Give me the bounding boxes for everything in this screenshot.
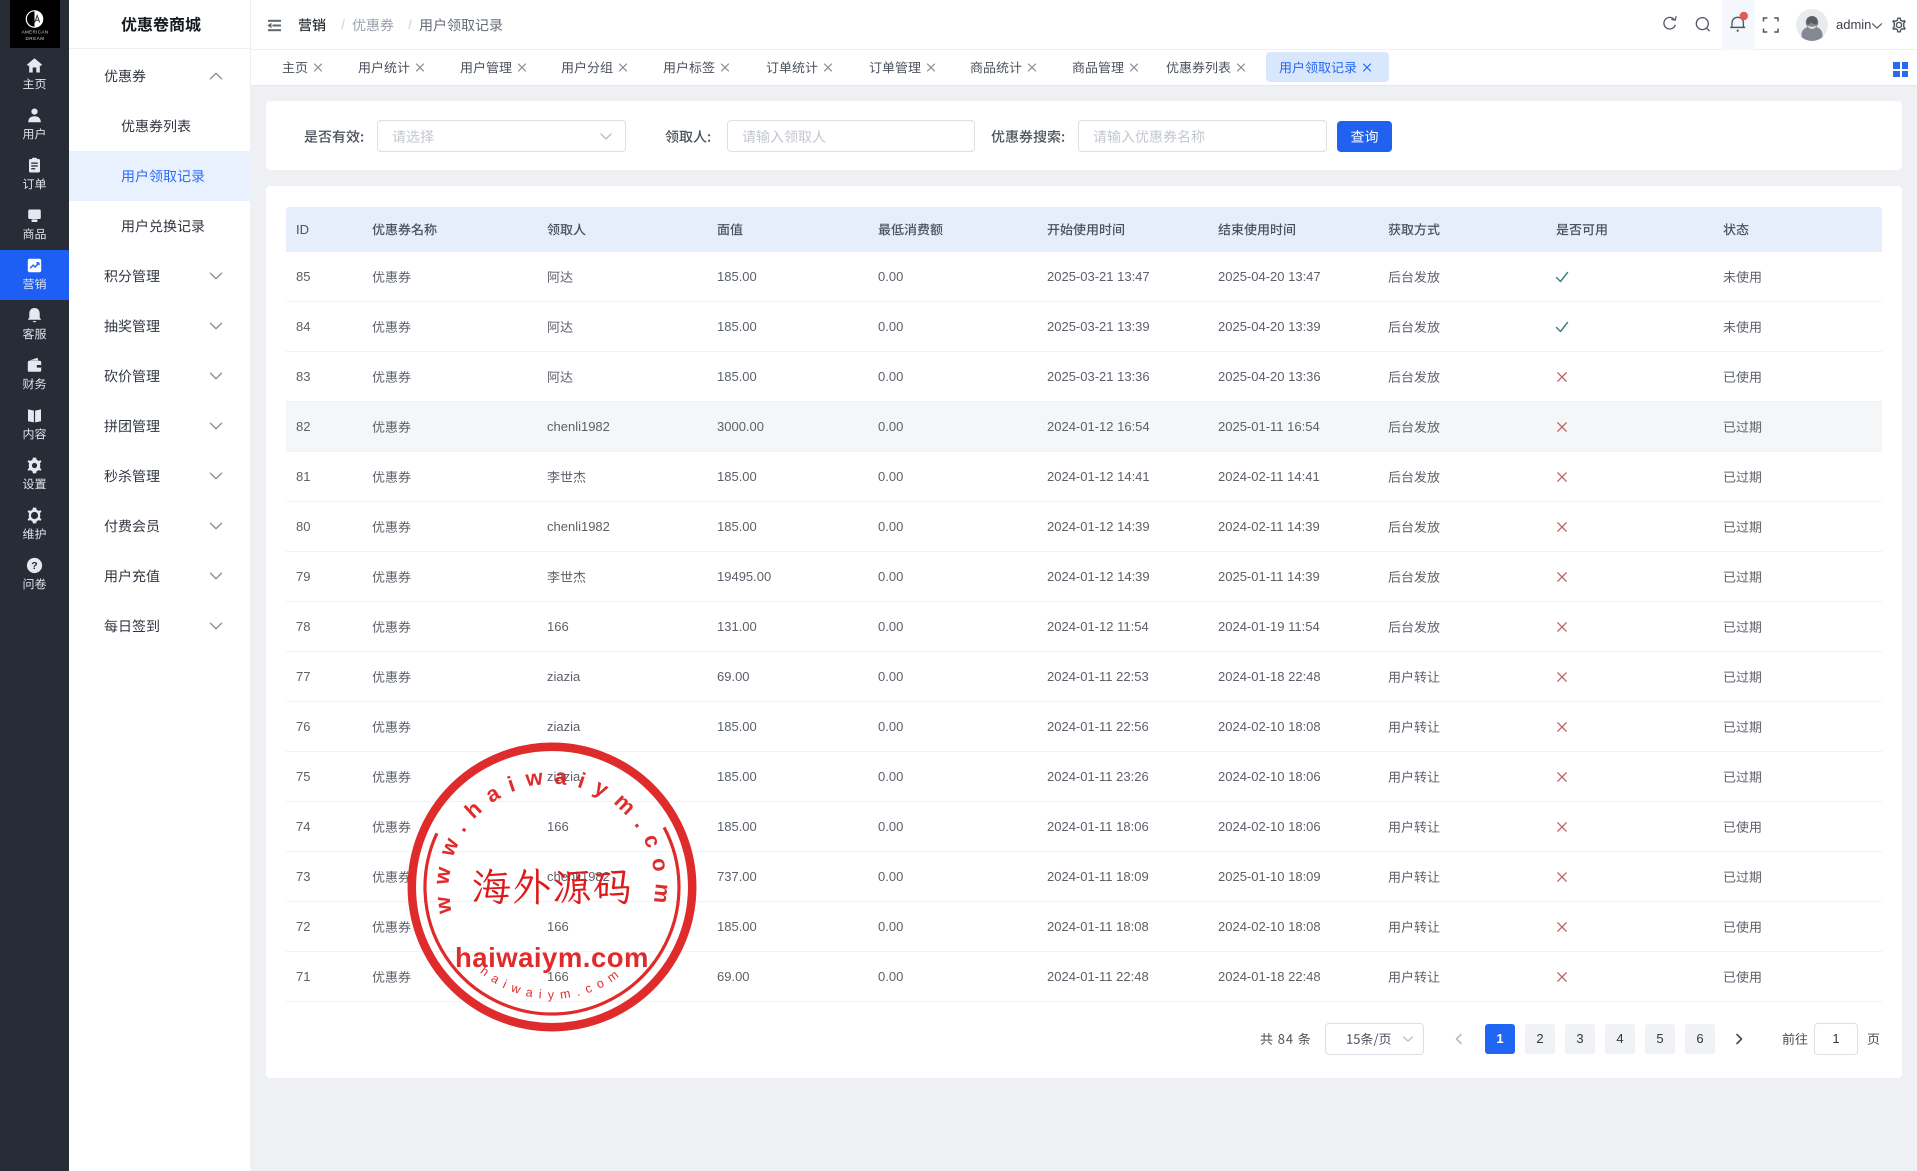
svg-text:www.haiwaiym.com: www.haiwaiym.com (428, 763, 676, 916)
svg-text:haiwaiym.com: haiwaiym.com (455, 942, 649, 973)
